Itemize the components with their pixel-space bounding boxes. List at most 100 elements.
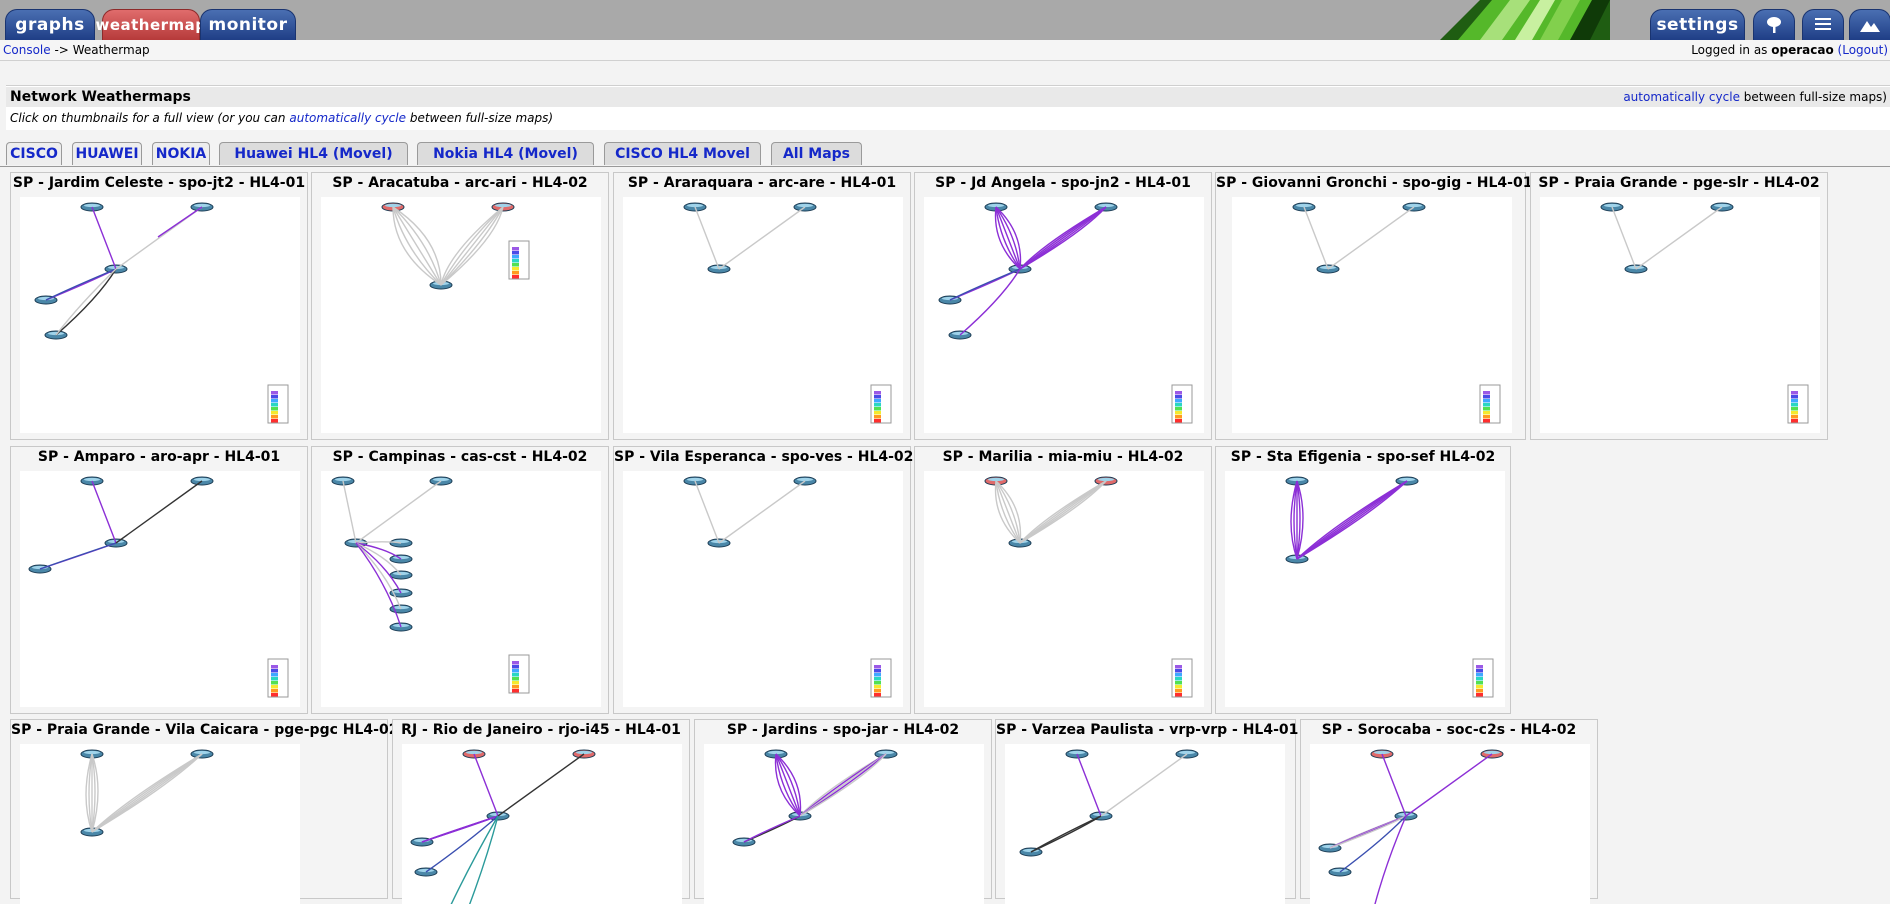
auto-cycle-link[interactable]: automatically cycle bbox=[289, 111, 406, 125]
group-tab-huawei[interactable]: HUAWEI bbox=[72, 142, 142, 165]
group-tab-huawei-hl4-movel[interactable]: Huawei HL4 (Movel) bbox=[219, 142, 408, 165]
map-card[interactable]: SP - Varzea Paulista - vrp-vrp - HL4-01 bbox=[995, 719, 1298, 904]
map-title[interactable]: SP - Praia Grande - Vila Caicara - pge-p… bbox=[11, 722, 398, 738]
group-tab-all-maps[interactable]: All Maps bbox=[771, 142, 862, 165]
network-map-graphic bbox=[331, 476, 530, 694]
map-thumbnail[interactable] bbox=[704, 744, 984, 904]
network-map-graphic bbox=[28, 476, 289, 698]
list-view-button[interactable] bbox=[1802, 9, 1844, 40]
tree-view-button[interactable] bbox=[1753, 9, 1795, 40]
map-title[interactable]: RJ - Rio de Janeiro - rjo-i45 - HL4-01 bbox=[393, 722, 689, 738]
traffic-legend bbox=[1479, 384, 1501, 424]
map-title[interactable]: SP - Araraquara - arc-are - HL4-01 bbox=[614, 175, 910, 191]
map-card[interactable]: SP - Jardins - spo-jar - HL4-02 bbox=[694, 719, 992, 904]
map-link bbox=[421, 815, 499, 843]
top-navigation-bar: graphs weathermap monitor settings bbox=[0, 0, 1890, 40]
network-map-graphic bbox=[34, 202, 289, 424]
map-card[interactable]: SP - Praia Grande - Vila Caicara - pge-p… bbox=[10, 719, 398, 904]
tab-monitor[interactable]: monitor bbox=[200, 9, 296, 40]
network-map-graphic bbox=[1285, 476, 1494, 698]
map-title[interactable]: SP - Vila Esperanca - spo-ves - HL4-02 bbox=[614, 449, 913, 465]
map-title[interactable]: SP - Giovanni Gronchi - spo-gig - HL4-01 bbox=[1216, 175, 1532, 191]
auto-cycle-link-right[interactable]: automatically cycle bbox=[1623, 90, 1740, 104]
map-card[interactable]: SP - Vila Esperanca - spo-ves - HL4-02 bbox=[613, 446, 913, 714]
map-thumbnail[interactable] bbox=[20, 744, 300, 904]
map-link bbox=[718, 480, 806, 544]
map-card[interactable]: RJ - Rio de Janeiro - rjo-i45 - HL4-01 bbox=[392, 719, 690, 904]
map-link bbox=[91, 753, 203, 833]
map-thumbnail[interactable] bbox=[1232, 197, 1512, 433]
tab-graphs[interactable]: graphs bbox=[5, 9, 95, 40]
group-tab-nokia-hl4-movel[interactable]: Nokia HL4 (Movel) bbox=[417, 142, 594, 165]
map-card[interactable]: SP - Campinas - cas-cst - HL4-02 bbox=[311, 446, 609, 714]
traffic-legend bbox=[267, 384, 289, 424]
map-title[interactable]: SP - Varzea Paulista - vrp-vrp - HL4-01 bbox=[996, 722, 1298, 738]
preview-view-button[interactable] bbox=[1849, 9, 1890, 40]
map-card[interactable]: SP - Jardim Celeste - spo-jt2 - HL4-01 bbox=[10, 172, 308, 440]
group-tab-cisco[interactable]: CISCO bbox=[6, 142, 62, 165]
map-title[interactable]: SP - Sorocaba - soc-c2s - HL4-02 bbox=[1301, 722, 1597, 738]
group-tab-nokia[interactable]: NOKIA bbox=[152, 142, 210, 165]
network-map-graphic bbox=[683, 202, 892, 424]
group-tab-cisco-hl4-movel[interactable]: CISCO HL4 Movel bbox=[604, 142, 761, 165]
login-status: Logged in as operacao (Logout) bbox=[1691, 40, 1888, 60]
cycle-note-right-text: between full-size maps) bbox=[1743, 90, 1887, 104]
map-title[interactable]: SP - Amparo - aro-apr - HL4-01 bbox=[11, 449, 307, 465]
traffic-legend bbox=[267, 658, 289, 698]
map-thumbnail[interactable] bbox=[924, 471, 1204, 707]
map-thumbnail[interactable] bbox=[1225, 471, 1505, 707]
map-card[interactable]: SP - Marilia - mia-miu - HL4-02 bbox=[914, 446, 1212, 714]
group-tabs: CISCO HUAWEI NOKIA Huawei HL4 (Movel) No… bbox=[0, 141, 1890, 167]
breadcrumb-console-link[interactable]: Console bbox=[3, 43, 51, 57]
map-card[interactable]: SP - Sorocaba - soc-c2s - HL4-02 bbox=[1300, 719, 1598, 904]
map-title[interactable]: SP - Sta Efigenia - spo-sef HL4-02 bbox=[1216, 449, 1510, 465]
map-card[interactable]: SP - Giovanni Gronchi - spo-gig - HL4-01 bbox=[1215, 172, 1532, 440]
map-thumbnail[interactable] bbox=[623, 197, 903, 433]
map-link bbox=[157, 206, 203, 238]
map-thumbnail[interactable] bbox=[321, 471, 601, 707]
tab-weathermap[interactable]: weathermap bbox=[95, 9, 206, 40]
map-thumbnail[interactable] bbox=[20, 197, 300, 433]
map-thumbnail[interactable] bbox=[20, 471, 300, 707]
map-thumbnail[interactable] bbox=[924, 197, 1204, 433]
map-card[interactable]: SP - Araraquara - arc-are - HL4-01 bbox=[613, 172, 911, 440]
map-card[interactable]: SP - Jd Angela - spo-jn2 - HL4-01 bbox=[914, 172, 1212, 440]
map-card[interactable]: SP - Praia Grande - pge-slr - HL4-02 bbox=[1530, 172, 1828, 440]
mountain-icon bbox=[1860, 21, 1880, 32]
traffic-legend bbox=[1171, 658, 1193, 698]
map-link bbox=[115, 480, 203, 544]
map-thumbnail[interactable] bbox=[1310, 744, 1590, 904]
network-map-graphic bbox=[683, 476, 892, 698]
map-thumbnail[interactable] bbox=[1540, 197, 1820, 433]
map-thumbnail[interactable] bbox=[1005, 744, 1285, 904]
map-thumbnail[interactable] bbox=[402, 744, 682, 904]
login-username: operacao bbox=[1771, 43, 1834, 57]
map-title[interactable]: SP - Jd Angela - spo-jn2 - HL4-01 bbox=[915, 175, 1211, 191]
map-thumbnail[interactable] bbox=[321, 197, 601, 433]
network-map-graphic bbox=[984, 476, 1193, 698]
traffic-legend bbox=[508, 654, 530, 694]
map-card[interactable]: SP - Aracatuba - arc-ari - HL4-02 bbox=[311, 172, 609, 440]
list-icon bbox=[1815, 18, 1831, 30]
network-map-graphic bbox=[1318, 749, 1504, 904]
map-link bbox=[959, 268, 1021, 336]
map-link bbox=[1019, 206, 1107, 270]
logout-link[interactable]: (Logout) bbox=[1838, 43, 1888, 57]
map-title[interactable]: SP - Jardim Celeste - spo-jt2 - HL4-01 bbox=[11, 175, 307, 191]
map-thumbnail[interactable] bbox=[623, 471, 903, 707]
map-title[interactable]: SP - Aracatuba - arc-ari - HL4-02 bbox=[312, 175, 608, 191]
network-map-graphic bbox=[1600, 202, 1809, 424]
map-title[interactable]: SP - Praia Grande - pge-slr - HL4-02 bbox=[1531, 175, 1827, 191]
settings-button[interactable]: settings bbox=[1650, 9, 1745, 40]
map-title[interactable]: SP - Jardins - spo-jar - HL4-02 bbox=[695, 722, 991, 738]
map-title[interactable]: SP - Marilia - mia-miu - HL4-02 bbox=[915, 449, 1211, 465]
map-card[interactable]: SP - Amparo - aro-apr - HL4-01 bbox=[10, 446, 308, 714]
header-title-row: Network Weathermaps automatically cycle … bbox=[6, 87, 1890, 107]
map-link bbox=[450, 815, 499, 904]
logo-swoosh-icon bbox=[1440, 0, 1610, 40]
map-title[interactable]: SP - Campinas - cas-cst - HL4-02 bbox=[312, 449, 608, 465]
traffic-legend bbox=[870, 384, 892, 424]
map-card[interactable]: SP - Sta Efigenia - spo-sef HL4-02 bbox=[1215, 446, 1511, 714]
map-link bbox=[799, 753, 887, 817]
map-link bbox=[1030, 815, 1102, 853]
